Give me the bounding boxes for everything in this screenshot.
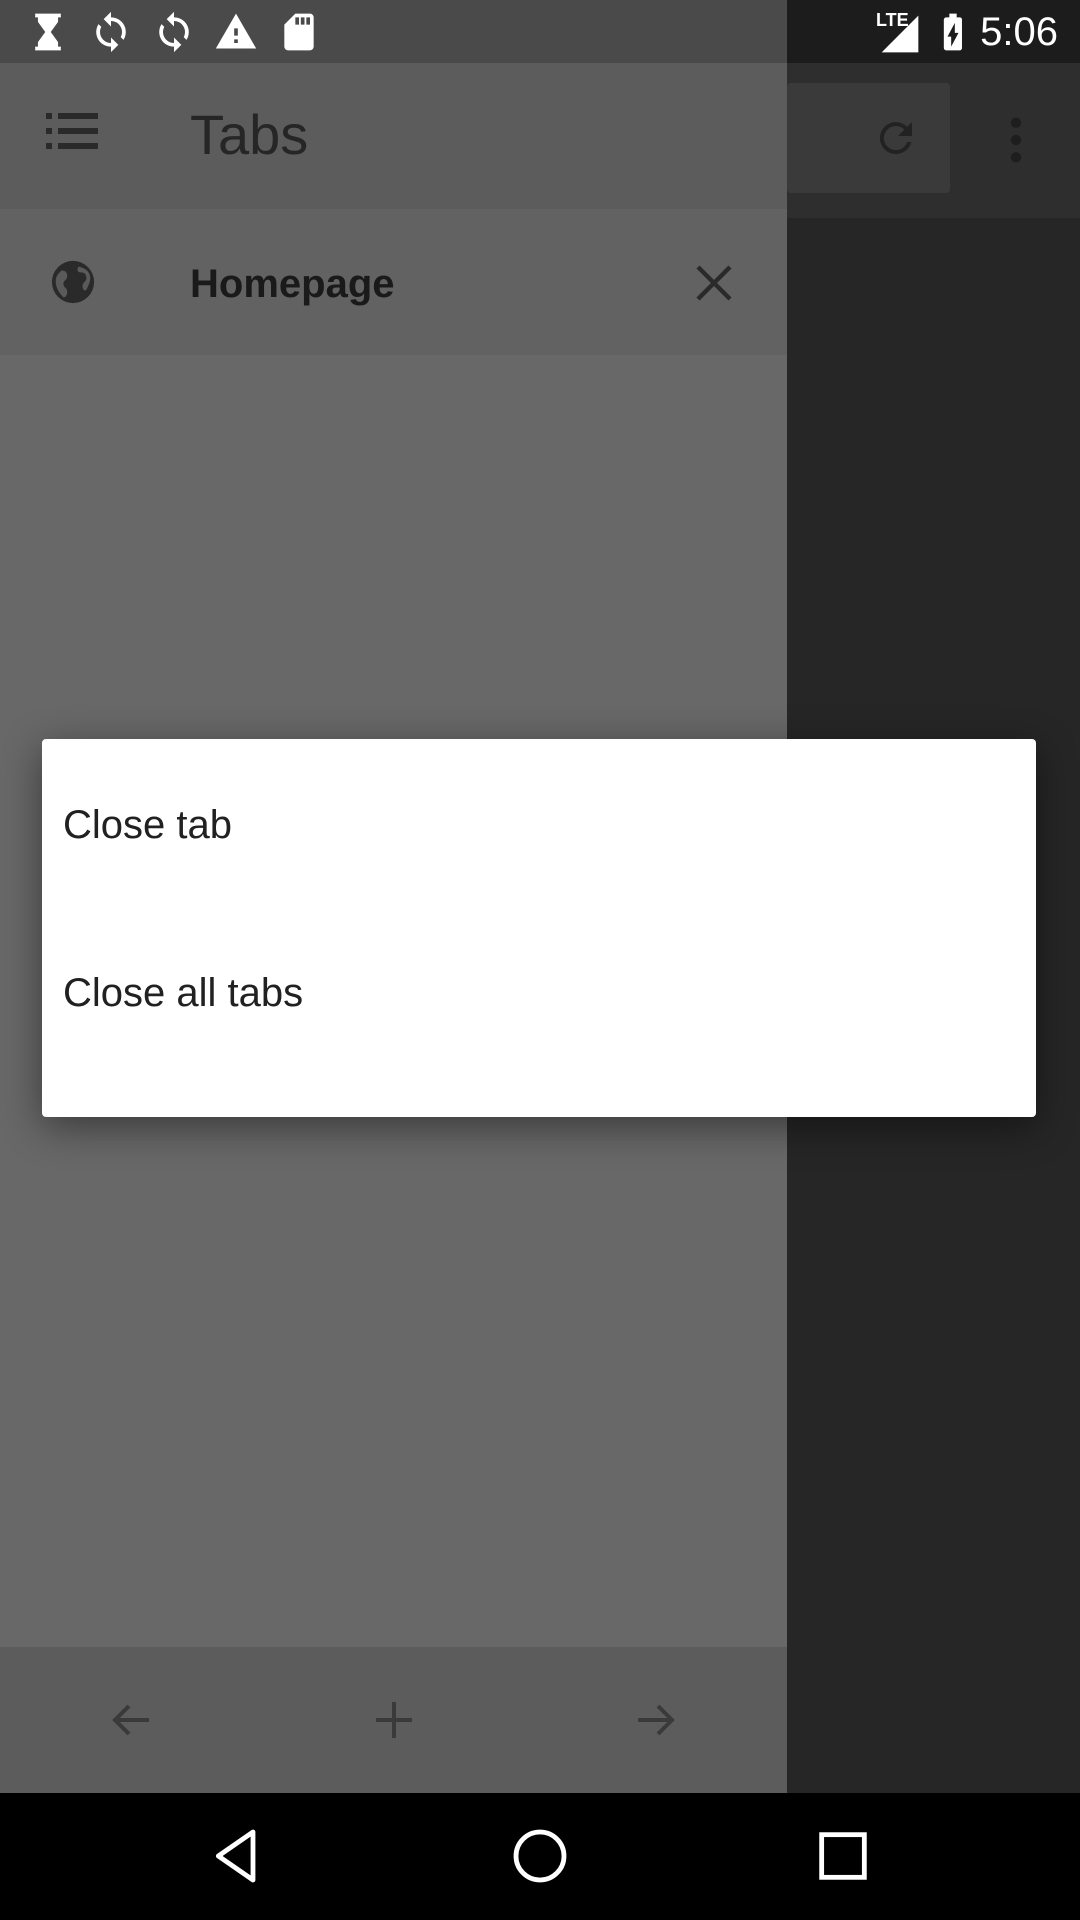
back-triangle-icon[interactable] [205,1824,269,1888]
back-arrow-icon[interactable] [107,1696,155,1744]
reload-icon [879,122,912,155]
close-all-tabs-label: Close all tabs [63,971,304,1015]
plus-icon[interactable] [370,1696,418,1744]
tab-options-dialog: Close tab Close all tabs [42,739,1036,1117]
close-all-tabs-option[interactable]: Close all tabs [42,933,1036,1053]
system-navigation-bar [0,1793,1080,1920]
recents-square-icon[interactable] [811,1824,875,1888]
drawer-header: Tabs [0,63,787,209]
background-url-bar [787,83,950,193]
warning-icon [215,13,257,49]
tab-item-label: Homepage [190,262,395,306]
status-bar: LTE 5:06 [0,0,1080,63]
close-tab-option[interactable]: Close tab [42,765,1036,885]
battery-charging-icon [943,13,963,51]
home-circle-icon[interactable] [508,1824,572,1888]
tab-item-homepage[interactable]: Homepage [0,209,787,355]
sync-icon [159,11,189,53]
close-icon[interactable] [690,259,738,307]
forward-arrow-icon[interactable] [632,1696,680,1744]
drawer-title: Tabs [190,103,309,166]
overflow-menu-icon [1010,117,1022,163]
list-icon[interactable] [46,111,98,151]
hourglass-icon [35,13,61,51]
sync-icon [96,11,126,53]
status-time: 5:06 [980,10,1058,54]
signal-icon [881,15,919,53]
globe-icon [51,260,95,304]
close-tab-label: Close tab [63,803,232,847]
drawer-bottom-bar [0,1647,787,1793]
sd-card-icon [284,13,314,51]
